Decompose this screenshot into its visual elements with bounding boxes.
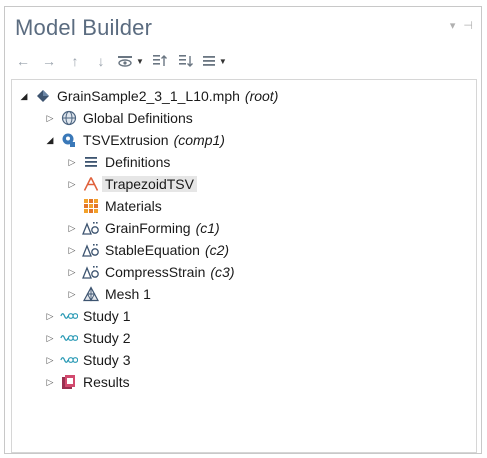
physics-icon: [82, 219, 100, 237]
collapsed-triangle-icon[interactable]: ▷: [66, 157, 78, 168]
physics-icon: [82, 241, 100, 259]
tree-label: Study 3: [83, 352, 131, 368]
tree-label: StableEquation: [105, 242, 200, 258]
tree-tag: (root): [244, 88, 279, 104]
forward-arrow-icon[interactable]: →: [39, 51, 59, 71]
collapsed-triangle-icon[interactable]: ▷: [66, 245, 78, 256]
tree-label: CompressStrain: [105, 264, 206, 280]
back-arrow-icon[interactable]: ←: [13, 51, 33, 71]
component-icon: [60, 131, 78, 149]
list-icon: [202, 56, 215, 66]
model-tree: ◢ GrainSample2_3_1_L10.mph (root) ▷ Glob…: [11, 79, 477, 453]
collapsed-triangle-icon[interactable]: ▷: [44, 377, 56, 388]
tree-tag: (c3): [210, 264, 235, 280]
tree-node-physics[interactable]: ▷ CompressStrain (c3): [66, 262, 235, 282]
tree-node-physics[interactable]: ▷ StableEquation (c2): [66, 240, 230, 260]
panel-title: Model Builder: [15, 15, 153, 40]
tree-node-results[interactable]: ▷ Results: [44, 372, 130, 392]
study-icon: [60, 307, 78, 325]
show-more-options-dropdown[interactable]: ▼: [117, 51, 144, 71]
tree-node-component[interactable]: ◢ TSVExtrusion (comp1): [44, 130, 225, 150]
chevron-down-icon: ▼: [218, 56, 227, 66]
tree-label: Materials: [105, 198, 162, 214]
collapsed-triangle-icon[interactable]: ▷: [44, 311, 56, 322]
model-builder-panel: Model Builder ▾ ⊣ ← → ↑ ↓ ▼ ▼ ◢ GrainSam…: [4, 6, 482, 454]
chevron-down-icon: ▼: [136, 56, 144, 66]
collapsed-triangle-icon[interactable]: ▷: [44, 355, 56, 366]
tree-node-physics[interactable]: ▷ GrainForming (c1): [66, 218, 220, 238]
tree-label: Study 1: [83, 308, 131, 324]
move-up-icon[interactable]: ↑: [65, 51, 85, 71]
tree-node-mesh[interactable]: ▷ Mesh 1: [66, 284, 151, 304]
list-options-dropdown[interactable]: ▼: [202, 51, 227, 71]
tree-label: Study 2: [83, 330, 131, 346]
collapsed-triangle-icon[interactable]: ▷: [44, 113, 56, 124]
collapsed-triangle-icon[interactable]: ▷: [66, 179, 78, 190]
model-file-icon: [34, 87, 52, 105]
panel-menu-icon[interactable]: ▾: [450, 19, 456, 32]
panel-title-controls: ▾ ⊣: [450, 19, 473, 32]
results-icon: [60, 373, 78, 391]
tree-label: GrainForming: [105, 220, 191, 236]
tree-label: Definitions: [105, 154, 171, 170]
tree-label: TrapezoidTSV: [102, 176, 197, 192]
expanded-triangle-icon[interactable]: ◢: [44, 135, 56, 146]
collapsed-triangle-icon[interactable]: ▷: [66, 267, 78, 278]
expanded-triangle-icon[interactable]: ◢: [18, 91, 30, 102]
globe-icon: [60, 109, 78, 127]
eye-icon: [118, 56, 132, 67]
tree-node-study[interactable]: ▷ Study 1: [44, 306, 131, 326]
study-icon: [60, 329, 78, 347]
panel-pin-icon[interactable]: ⊣: [463, 19, 473, 32]
tree-label: TSVExtrusion: [83, 132, 169, 148]
collapsed-triangle-icon[interactable]: ▷: [66, 289, 78, 300]
tree-label: Global Definitions: [83, 110, 193, 126]
tree-node-definitions[interactable]: ▷ Definitions: [66, 152, 171, 172]
tree-node-geometry[interactable]: ▷ TrapezoidTSV: [66, 174, 197, 194]
tree-tag: (comp1): [173, 132, 225, 148]
collapse-all-icon[interactable]: [150, 51, 170, 71]
tree-node-global-definitions[interactable]: ▷ Global Definitions: [44, 108, 193, 128]
collapsed-triangle-icon[interactable]: ▷: [44, 333, 56, 344]
tree-node-materials[interactable]: Materials: [82, 196, 162, 216]
tree-label: Mesh 1: [105, 286, 151, 302]
materials-icon: [82, 197, 100, 215]
tree-label: GrainSample2_3_1_L10.mph: [57, 88, 240, 104]
physics-icon: [82, 263, 100, 281]
geometry-icon: [82, 175, 100, 193]
tree-tag: (c1): [195, 220, 220, 236]
collapsed-triangle-icon[interactable]: ▷: [66, 223, 78, 234]
tree-node-study[interactable]: ▷ Study 2: [44, 328, 131, 348]
mesh-icon: [82, 285, 100, 303]
move-down-icon[interactable]: ↓: [91, 51, 111, 71]
tree-node-root[interactable]: ◢ GrainSample2_3_1_L10.mph (root): [18, 86, 279, 106]
study-icon: [60, 351, 78, 369]
model-builder-toolbar: ← → ↑ ↓ ▼ ▼: [13, 51, 233, 71]
tree-label: Results: [83, 374, 130, 390]
tree-node-study[interactable]: ▷ Study 3: [44, 350, 131, 370]
expand-all-icon[interactable]: [176, 51, 196, 71]
definitions-icon: [82, 153, 100, 171]
tree-tag: (c2): [204, 242, 230, 258]
